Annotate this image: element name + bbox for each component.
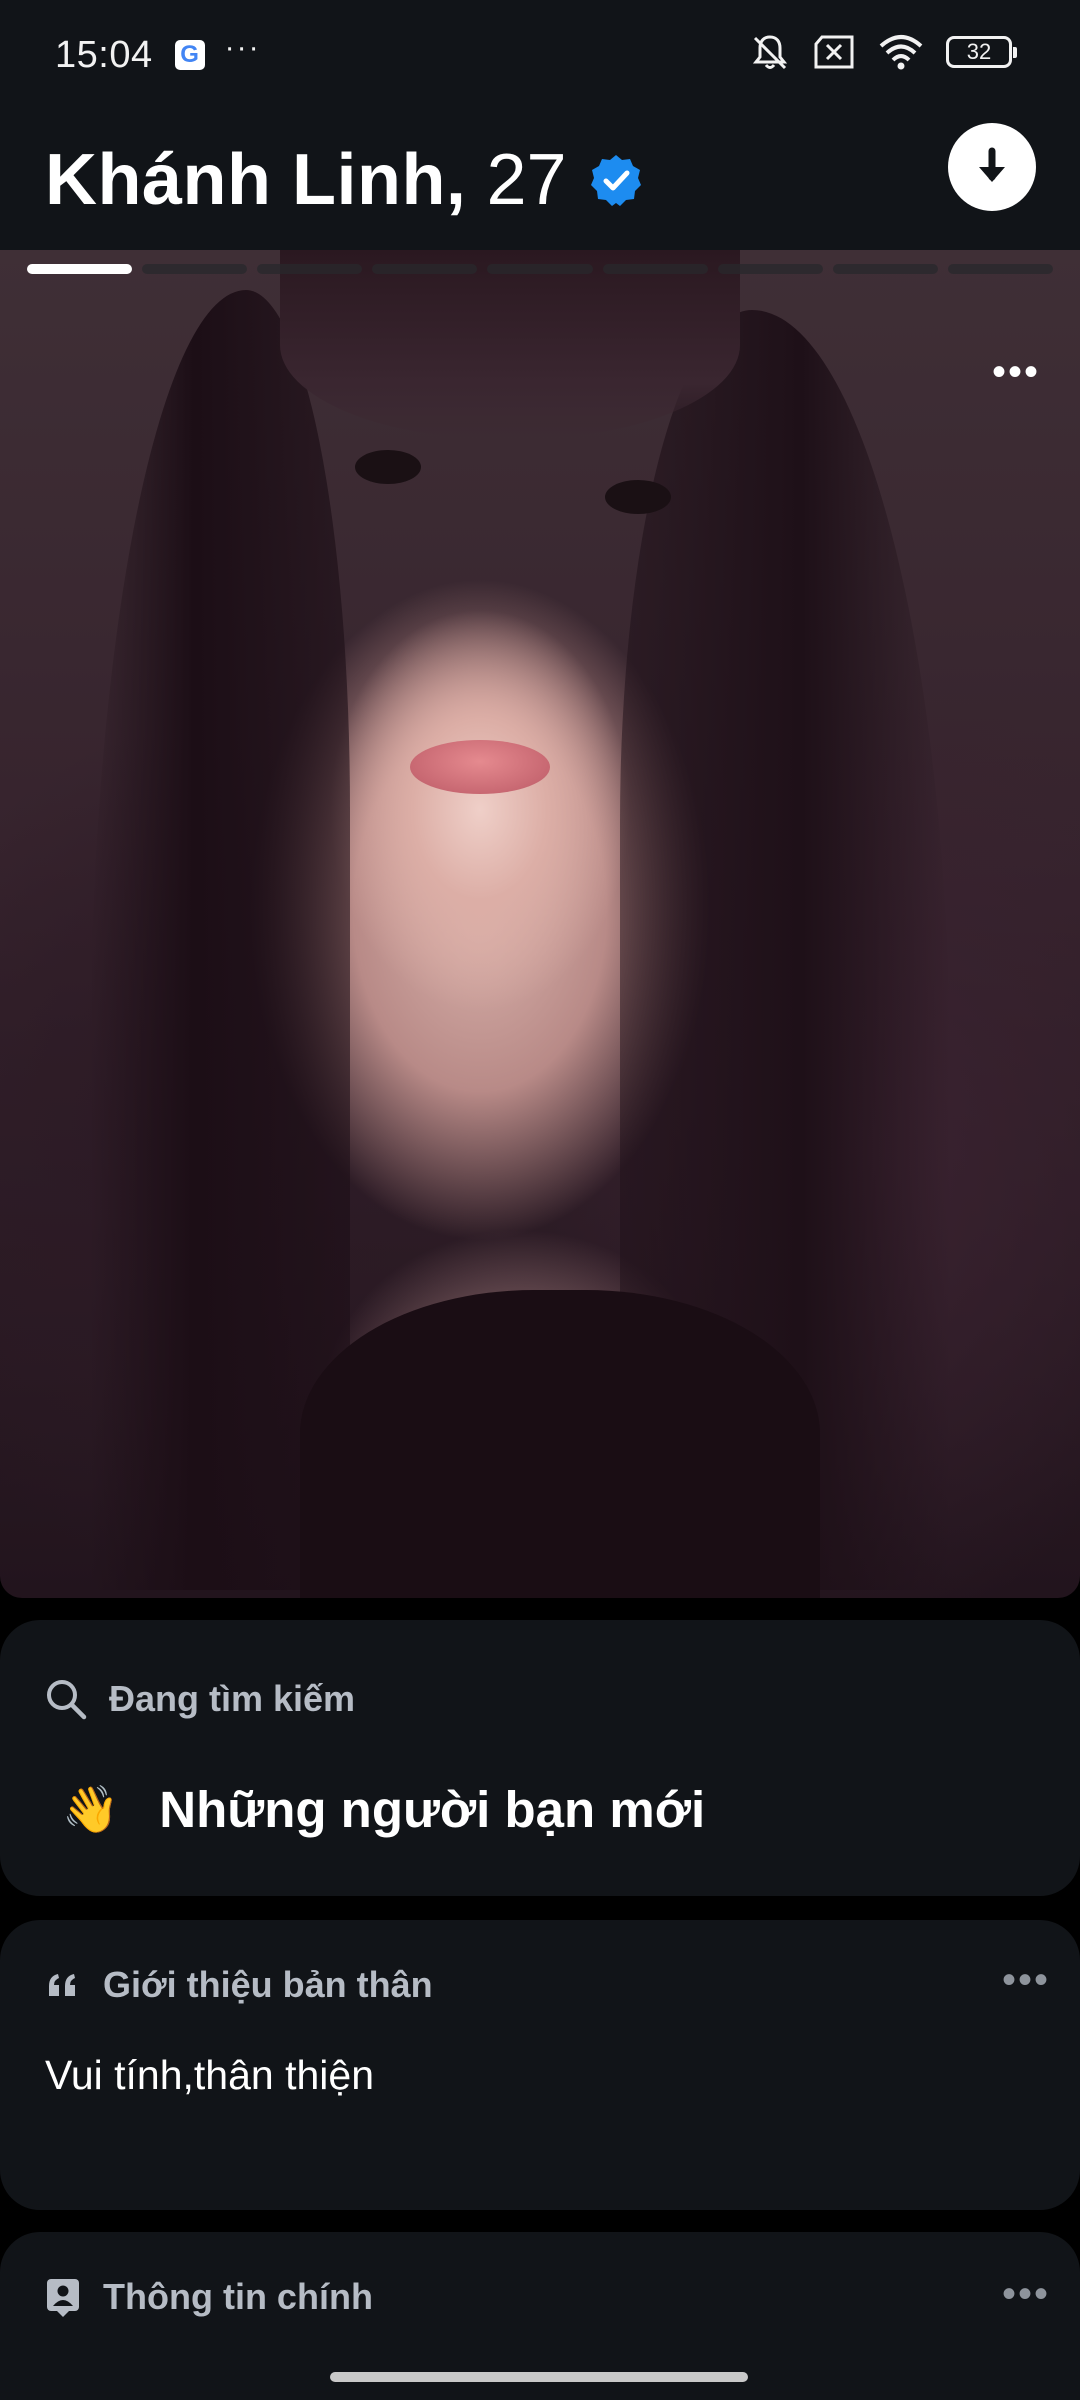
looking-for-card: Đang tìm kiếm 👋 Những người bạn mới — [0, 1620, 1080, 1896]
looking-for-label: Đang tìm kiếm — [109, 1678, 356, 1719]
verified-badge-icon — [590, 155, 641, 206]
looking-for-text: Những người bạn mới — [159, 1781, 706, 1838]
status-icons: 32 — [750, 32, 1017, 72]
google-icon: G — [174, 40, 205, 70]
photo-progress-segment — [142, 264, 248, 274]
photo-progress-bar — [27, 264, 1053, 274]
looking-for-value: 👋 Những người bạn mới — [62, 1780, 705, 1839]
notifications-muted-icon — [752, 35, 788, 70]
profile-name: Khánh Linh, — [45, 140, 467, 220]
about-me-header: Giới thiệu bản thân — [45, 1964, 433, 2006]
profile-header: Khánh Linh, 27 — [0, 110, 1080, 250]
about-me-more-button[interactable]: ••• — [1002, 1960, 1050, 2000]
photo-hair-bangs — [280, 250, 740, 440]
photo-lips — [410, 740, 550, 794]
status-time: 15:04 — [55, 33, 153, 76]
photo-clothing — [300, 1290, 820, 1598]
home-indicator[interactable] — [330, 2372, 748, 2382]
search-icon — [47, 1680, 87, 1720]
photo-progress-segment — [257, 264, 363, 274]
battery-icon: 32 — [946, 36, 1017, 68]
photo-more-options-button[interactable]: ••• — [992, 352, 1040, 392]
status-more-indicator: ··· — [224, 31, 261, 64]
about-me-card: Giới thiệu bản thân ••• Vui tính,thân th… — [0, 1920, 1080, 2210]
waving-hand-icon: 👋 — [62, 1783, 120, 1835]
collapse-profile-button[interactable] — [948, 123, 1036, 211]
photo-progress-segment — [832, 264, 938, 274]
sim-disabled-icon — [814, 35, 854, 69]
photo-progress-segment — [717, 264, 823, 274]
profile-screen: 15:04 G ··· 32 Khánh Linh, 27 ••• Đang t… — [0, 0, 1080, 2400]
id-card-icon — [47, 2279, 79, 2317]
status-bar: 15:04 G ··· 32 — [0, 0, 1080, 110]
basics-label: Thông tin chính — [103, 2276, 373, 2317]
basics-more-button[interactable]: ••• — [1002, 2274, 1050, 2314]
photo-progress-segment — [372, 264, 478, 274]
photo-progress-segment — [27, 264, 133, 274]
wifi-icon — [879, 35, 923, 70]
photo-eye-left — [355, 450, 421, 484]
about-me-label: Giới thiệu bản thân — [103, 1964, 433, 2005]
profile-photo[interactable]: ••• — [0, 250, 1080, 1598]
about-me-text: Vui tính,thân thiện — [45, 2052, 375, 2098]
photo-eye-right — [605, 480, 671, 514]
arrow-down-icon — [979, 147, 1005, 182]
photo-progress-segment — [947, 264, 1053, 274]
photo-progress-segment — [487, 264, 593, 274]
looking-for-header: Đang tìm kiếm — [45, 1678, 355, 1720]
photo-progress-segment — [602, 264, 708, 274]
basics-header: Thông tin chính — [45, 2276, 373, 2318]
quote-icon — [49, 1974, 75, 1996]
profile-age: 27 — [486, 140, 567, 220]
